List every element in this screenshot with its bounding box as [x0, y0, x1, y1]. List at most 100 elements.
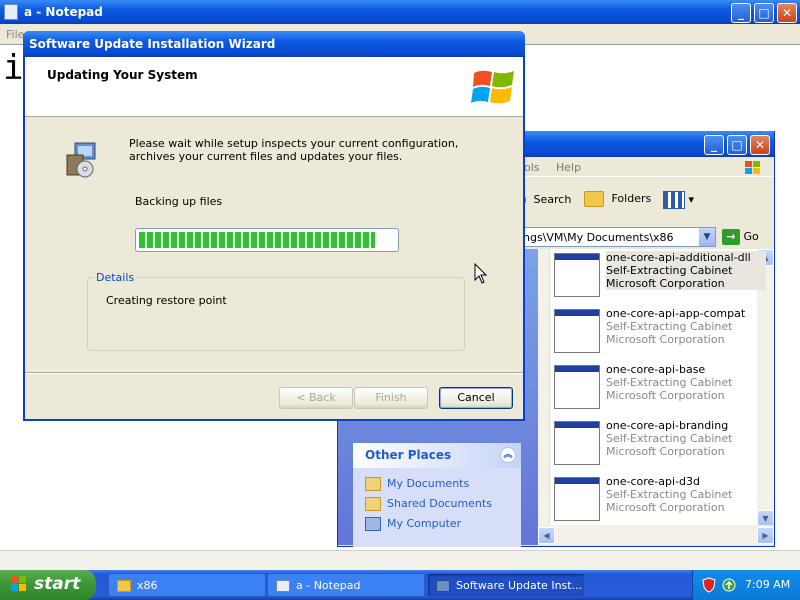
file-item[interactable]: one-core-api-d3d Self-Extracting Cabinet M… — [552, 475, 757, 523]
search-button[interactable]: Search — [514, 193, 572, 206]
address-field[interactable]: ngs\VM\My Documents\x86 ▼ — [520, 227, 716, 247]
start-button[interactable]: start — [0, 570, 96, 600]
menu-help[interactable]: Help — [556, 161, 581, 174]
wizard-separator — [25, 372, 523, 374]
file-list-left-scrollbar[interactable] — [538, 249, 550, 525]
task-label: a - Notepad — [296, 579, 361, 592]
place-my-documents[interactable]: My Documents — [365, 477, 469, 495]
back-button[interactable]: < Back — [279, 387, 353, 409]
taskbar-item-x86[interactable]: x86 — [108, 573, 266, 597]
cabinet-file-icon — [554, 477, 600, 521]
notepad-title: a - Notepad — [24, 5, 103, 19]
file-item[interactable]: one-core-api-branding Self-Extracting Cab… — [552, 419, 757, 467]
taskbar-item-notepad[interactable]: a - Notepad — [267, 573, 425, 597]
cancel-button[interactable]: Cancel — [439, 387, 513, 409]
file-company: Microsoft Corporation — [606, 501, 725, 514]
file-name: one-core-api-additional-dll — [606, 251, 751, 264]
address-value: ngs\VM\My Documents\x86 — [523, 231, 674, 244]
progress-bar — [135, 228, 399, 252]
file-company: Microsoft Corporation — [606, 277, 725, 290]
cabinet-file-icon — [554, 253, 600, 297]
clock[interactable]: 7:09 AM — [745, 578, 790, 591]
address-dropdown-button[interactable]: ▼ — [699, 228, 715, 246]
start-label: start — [34, 574, 81, 594]
menu-tools[interactable]: ols — [524, 161, 540, 174]
explorer-minimize-button[interactable]: _ — [704, 135, 724, 155]
details-text: Creating restore point — [106, 294, 227, 307]
scroll-left-button[interactable]: ◀ — [538, 527, 555, 544]
wizard-description: Please wait while setup inspects your cu… — [129, 137, 459, 163]
folder-icon — [365, 497, 381, 511]
file-name: one-core-api-base — [606, 363, 706, 376]
finish-button[interactable]: Finish — [354, 387, 428, 409]
notepad-titlebar[interactable]: a - Notepad _ □ ✕ — [0, 0, 800, 24]
windows-flag-icon — [11, 576, 26, 591]
taskbar-item-software-update[interactable]: Software Update Inst... — [427, 573, 585, 597]
setup-package-icon — [66, 142, 96, 178]
chevron-down-icon: ▾ — [688, 193, 695, 206]
system-tray: 7:09 AM — [692, 570, 800, 600]
taskbar: start x86 a - Notepad Software Update In… — [0, 570, 800, 600]
file-item[interactable]: one-core-api-additional-dll Self-Extracti… — [552, 251, 766, 299]
scroll-right-button[interactable]: ▶ — [757, 527, 774, 544]
windows-flag-icon — [745, 161, 760, 174]
place-my-computer[interactable]: My Computer — [365, 517, 461, 535]
views-icon — [663, 191, 685, 209]
place-label: My Documents — [387, 477, 470, 490]
file-item[interactable]: one-core-api-base Self-Extracting Cabinet… — [552, 363, 757, 411]
folder-icon — [365, 477, 381, 491]
file-type: Self-Extracting Cabinet — [606, 320, 733, 333]
explorer-maximize-button[interactable]: □ — [727, 135, 747, 155]
file-type: Self-Extracting Cabinet — [606, 432, 733, 445]
file-name: one-core-api-branding — [606, 419, 729, 432]
folders-button[interactable]: Folders — [584, 191, 651, 207]
menu-file[interactable]: File — [6, 28, 24, 41]
wizard-header: Updating Your System — [25, 57, 523, 117]
file-type: Self-Extracting Cabinet — [606, 488, 733, 501]
update-wizard-dialog: Software Update Installation Wizard Upda… — [23, 31, 525, 421]
file-name: one-core-api-d3d — [606, 475, 700, 488]
go-label: Go — [743, 230, 759, 243]
folder-icon — [117, 580, 131, 592]
progress-bar-fill — [139, 232, 375, 248]
wizard-title: Software Update Installation Wizard — [29, 37, 276, 51]
task-label: x86 — [137, 579, 158, 592]
horizontal-scrollbar[interactable]: ◀ ▶ — [538, 525, 774, 545]
other-places-panel: Other Places ︽ My Documents Shared Docum… — [353, 443, 521, 547]
explorer-close-button[interactable]: ✕ — [750, 135, 770, 155]
views-button[interactable]: ▾ — [663, 191, 694, 209]
cabinet-file-icon — [554, 365, 600, 409]
place-label: Shared Documents — [387, 497, 492, 510]
computer-icon — [365, 517, 381, 531]
security-shield-icon[interactable] — [701, 577, 717, 593]
other-places-title: Other Places — [365, 448, 452, 462]
folder-icon — [584, 191, 604, 207]
notepad-horizontal-scrollbar[interactable] — [0, 550, 800, 570]
details-label: Details — [94, 271, 137, 284]
collapse-icon[interactable]: ︽ — [500, 447, 516, 463]
details-group: Details Creating restore point — [87, 271, 465, 351]
cabinet-file-icon — [554, 309, 600, 353]
file-company: Microsoft Corporation — [606, 333, 725, 346]
maximize-button[interactable]: □ — [754, 3, 774, 23]
go-arrow-icon: → — [722, 229, 740, 245]
place-shared-documents[interactable]: Shared Documents — [365, 497, 492, 515]
windows-logo-icon — [471, 70, 514, 104]
notepad-text: i — [3, 48, 24, 88]
close-button[interactable]: ✕ — [777, 3, 797, 23]
file-item[interactable]: one-core-api-app-compat Self-Extracting C… — [552, 307, 757, 355]
minimize-button[interactable]: _ — [731, 3, 751, 23]
go-button[interactable]: → Go — [722, 229, 759, 245]
notepad-icon — [276, 580, 290, 592]
progress-status-label: Backing up files — [135, 195, 223, 208]
update-icon[interactable] — [721, 577, 737, 593]
task-label: Software Update Inst... — [456, 579, 583, 592]
wizard-titlebar[interactable]: Software Update Installation Wizard — [23, 31, 525, 57]
other-places-header[interactable]: Other Places ︽ — [353, 443, 521, 468]
folders-label: Folders — [611, 192, 652, 205]
wizard-heading: Updating Your System — [47, 68, 198, 82]
cabinet-file-icon — [554, 421, 600, 465]
file-company: Microsoft Corporation — [606, 389, 725, 402]
file-name: one-core-api-app-compat — [606, 307, 746, 320]
search-label: Search — [533, 193, 572, 206]
